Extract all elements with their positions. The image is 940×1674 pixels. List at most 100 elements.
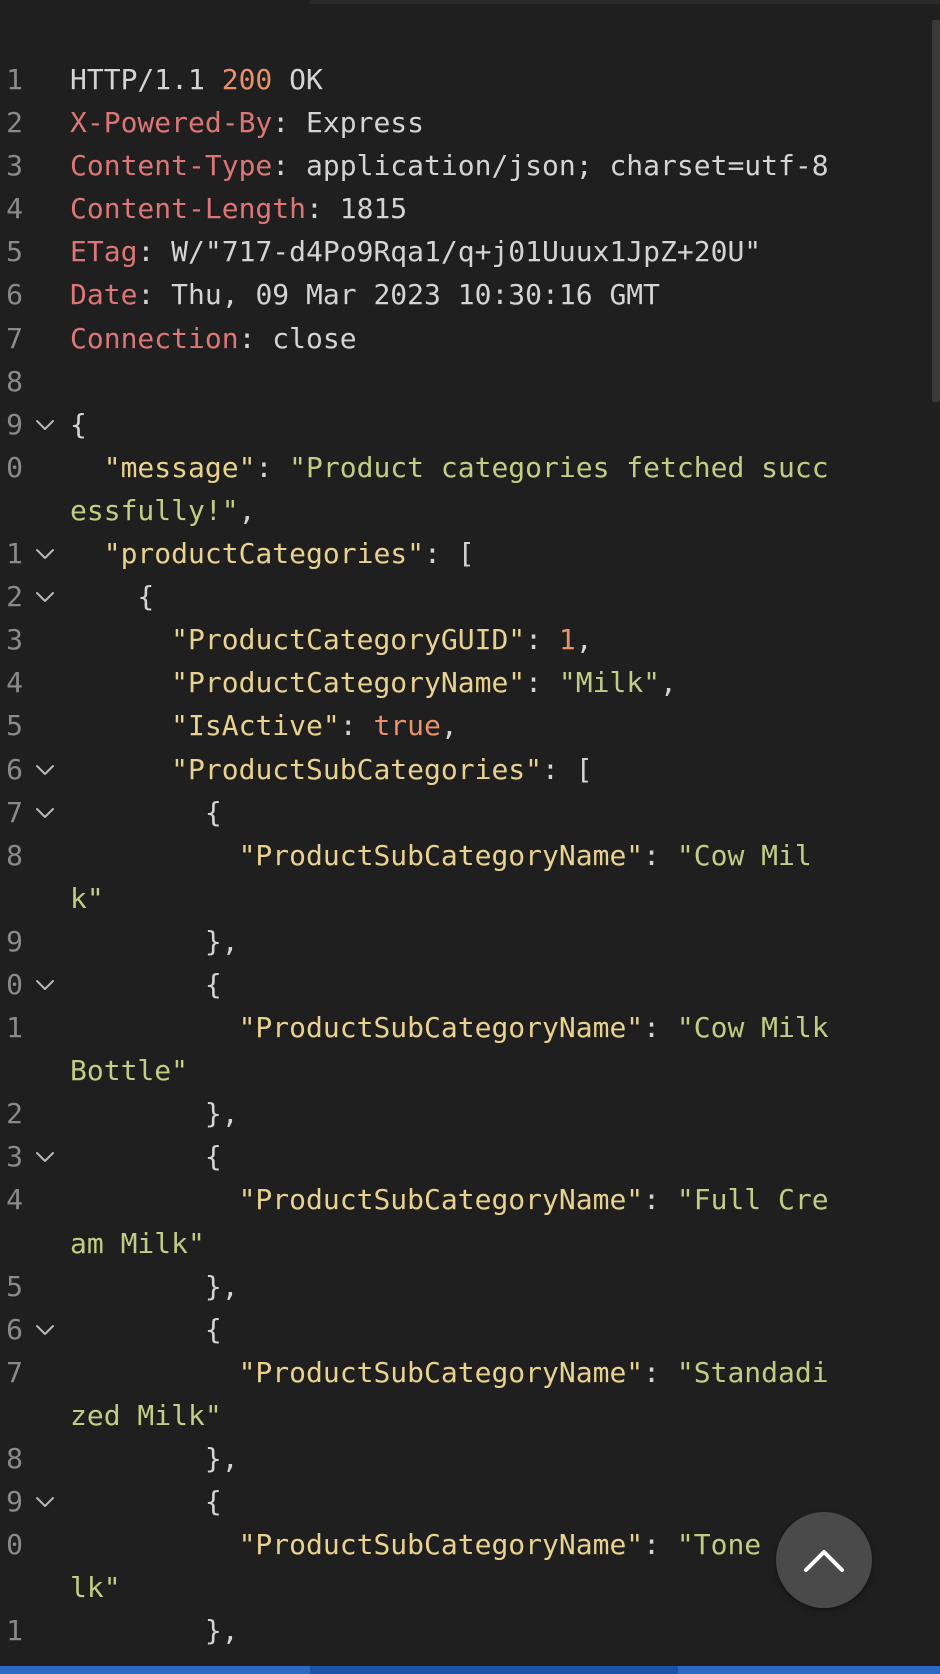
code-line: 7 "ProductSubCategoryName": "Standadi bbox=[0, 1351, 930, 1394]
code-token: "ProductSubCategoryName" bbox=[238, 1355, 644, 1389]
code-token: { bbox=[70, 795, 222, 829]
fold-chevron-icon[interactable] bbox=[34, 545, 56, 563]
fold-chevron-icon[interactable] bbox=[34, 1148, 56, 1166]
code-text: "ProductSubCategories": [ bbox=[70, 748, 592, 791]
code-line: 8 bbox=[0, 360, 930, 403]
code-line: 6 "ProductSubCategories": [ bbox=[0, 748, 930, 791]
code-token: : bbox=[525, 623, 559, 657]
line-number: 6 bbox=[6, 278, 23, 312]
code-text: k" bbox=[70, 877, 104, 920]
line-number: 9 bbox=[6, 407, 23, 441]
code-token: : close bbox=[238, 321, 357, 355]
line-number: 0 bbox=[6, 1528, 23, 1562]
code-token: HTTP/1.1 bbox=[70, 63, 222, 96]
chevron-up-icon bbox=[804, 1550, 844, 1572]
fold-chevron-icon[interactable] bbox=[34, 976, 56, 994]
code-line: 8 }, bbox=[0, 1437, 930, 1480]
code-token: "Standadi bbox=[676, 1355, 829, 1389]
code-line: 5 "IsActive": true, bbox=[0, 704, 930, 747]
line-number: 2 bbox=[6, 1097, 23, 1131]
code-text: Connection: close bbox=[70, 317, 357, 360]
code-text: { bbox=[70, 575, 154, 618]
code-line: 7 Connection: close bbox=[0, 317, 930, 360]
line-number: 8 bbox=[6, 838, 23, 872]
code-line: 9 }, bbox=[0, 920, 930, 963]
line-number: 1 bbox=[6, 1614, 23, 1648]
code-token: : bbox=[643, 838, 677, 872]
line-number: 8 bbox=[6, 364, 23, 398]
code-token: : bbox=[643, 1183, 677, 1217]
scroll-to-top-button[interactable] bbox=[776, 1512, 872, 1608]
code-text: zed Milk" bbox=[70, 1394, 222, 1437]
code-line: 0 "message": "Product categories fetched… bbox=[0, 446, 930, 489]
code-line: 1 HTTP/1.1 200 OK bbox=[0, 58, 930, 101]
code-token: Content-Type bbox=[70, 149, 273, 183]
line-number: 3 bbox=[6, 149, 23, 183]
code-token: { bbox=[70, 1312, 222, 1346]
code-token: : Thu, 09 Mar 2023 10:30:16 GMT bbox=[137, 278, 661, 312]
line-number: 4 bbox=[6, 1183, 23, 1217]
code-text: "ProductCategoryGUID": 1, bbox=[70, 618, 592, 661]
code-token: "Cow Milk bbox=[676, 1011, 829, 1045]
code-line: 2 { bbox=[0, 575, 930, 618]
code-token: lk" bbox=[70, 1571, 121, 1605]
fold-chevron-icon[interactable] bbox=[34, 761, 56, 779]
line-number: 0 bbox=[6, 450, 23, 484]
line-number: 4 bbox=[6, 192, 23, 226]
code-token: : bbox=[339, 709, 374, 743]
code-token: : application/json; charset=utf-8 bbox=[272, 149, 829, 183]
code-text: }, bbox=[70, 1437, 239, 1480]
code-token: Bottle" bbox=[70, 1054, 189, 1088]
line-number: 5 bbox=[6, 709, 23, 743]
code-line: 2 }, bbox=[0, 1092, 930, 1135]
status-bar bbox=[0, 1666, 940, 1674]
vertical-scrollbar[interactable] bbox=[932, 20, 940, 402]
line-number: 7 bbox=[6, 795, 23, 829]
code-token: : bbox=[643, 1355, 677, 1389]
code-line: 9{ bbox=[0, 403, 930, 446]
code-token: , bbox=[660, 666, 677, 700]
code-line: 7 { bbox=[0, 791, 930, 834]
code-token: "ProductSubCategoryName" bbox=[238, 1183, 644, 1217]
code-line: am Milk" bbox=[0, 1222, 930, 1265]
code-token: "ProductSubCategoryName" bbox=[238, 1011, 644, 1045]
code-token: "IsActive" bbox=[171, 709, 340, 743]
fold-chevron-icon[interactable] bbox=[34, 416, 56, 434]
code-token: }, bbox=[70, 924, 239, 958]
code-text: "IsActive": true, bbox=[70, 704, 458, 747]
fold-chevron-icon[interactable] bbox=[34, 588, 56, 606]
code-text: Date: Thu, 09 Mar 2023 10:30:16 GMT bbox=[70, 273, 660, 316]
code-line: 2 X-Powered-By: Express bbox=[0, 101, 930, 144]
code-text: HTTP/1.1 200 OK bbox=[70, 58, 323, 101]
line-number: 8 bbox=[6, 1442, 23, 1475]
code-token: "ProductSubCategories" bbox=[171, 752, 543, 786]
code-token: , bbox=[238, 493, 256, 527]
code-token: "message" bbox=[103, 450, 256, 484]
code-token: "ProductSubCategoryName" bbox=[238, 838, 644, 872]
line-number: 5 bbox=[6, 235, 23, 269]
line-number: 0 bbox=[6, 967, 23, 1001]
code-token: X-Powered-By bbox=[70, 106, 273, 140]
line-number: 6 bbox=[6, 752, 23, 786]
code-line: 9 { bbox=[0, 1480, 930, 1523]
code-token: ETag bbox=[70, 235, 138, 269]
code-text: lk" bbox=[70, 1566, 121, 1609]
code-token: }, bbox=[70, 1097, 239, 1131]
code-token: true bbox=[373, 709, 441, 743]
code-token: : bbox=[643, 1528, 677, 1562]
fold-chevron-icon[interactable] bbox=[34, 1321, 56, 1339]
code-text: { bbox=[70, 1480, 222, 1523]
code-text: "ProductSubCategoryName": "Cow Milk bbox=[70, 1006, 829, 1049]
fold-chevron-icon[interactable] bbox=[34, 1493, 56, 1511]
code-line: 3 Content-Type: application/json; charset… bbox=[0, 144, 930, 187]
code-token: 1 bbox=[558, 623, 576, 657]
code-token: zed Milk" bbox=[70, 1398, 222, 1432]
fold-chevron-icon[interactable] bbox=[34, 804, 56, 822]
code-text: { bbox=[70, 791, 222, 834]
